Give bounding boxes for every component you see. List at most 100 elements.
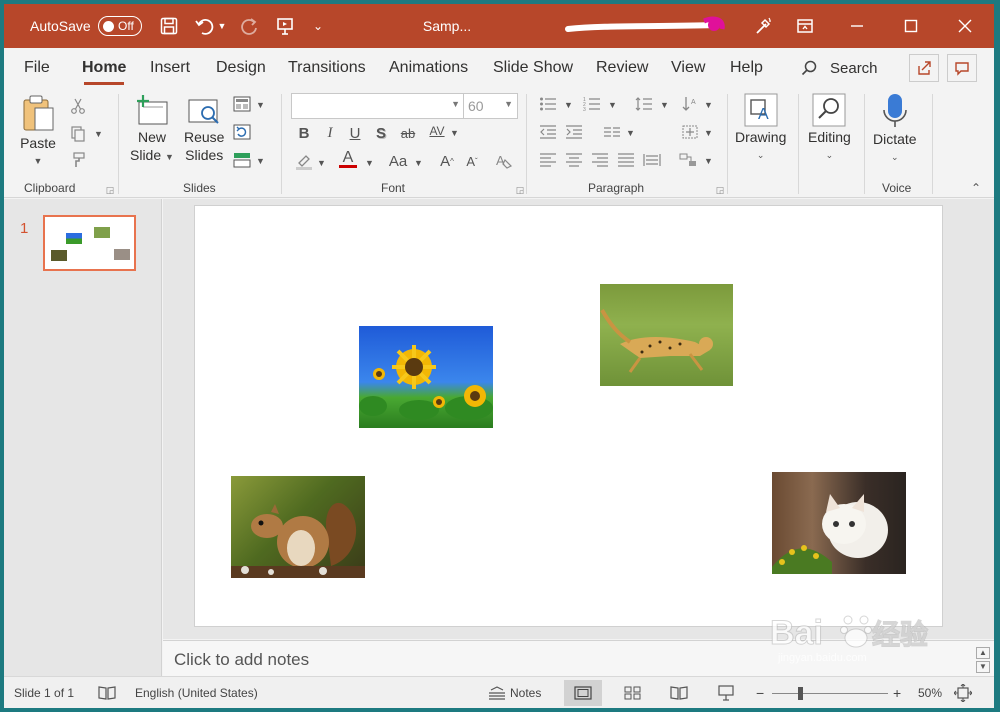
zoom-level[interactable]: 50%: [918, 677, 942, 708]
dictate-button[interactable]: Dictate ⌄: [873, 92, 917, 166]
shrink-font-button[interactable]: Aˇ: [461, 150, 483, 172]
layout-dropdown-icon[interactable]: ▼: [256, 100, 265, 110]
zoom-slider-thumb[interactable]: [798, 686, 803, 700]
comments-button[interactable]: [947, 54, 977, 82]
smartart-icon[interactable]: [678, 150, 698, 170]
copy-icon[interactable]: [68, 124, 88, 144]
bullets-dropdown-icon[interactable]: ▼: [564, 100, 573, 110]
reset-icon[interactable]: [232, 122, 252, 142]
notes-placeholder[interactable]: Click to add notes: [174, 650, 309, 670]
spacing-dropdown-icon[interactable]: ▼: [450, 128, 459, 138]
collapse-ribbon-icon[interactable]: ⌃: [966, 178, 986, 198]
numbering-icon[interactable]: 123: [582, 94, 602, 114]
change-case-button[interactable]: Aa: [384, 150, 412, 172]
slide-thumbnail-1[interactable]: [43, 215, 136, 271]
tab-insert[interactable]: Insert: [150, 48, 190, 88]
format-painter-icon[interactable]: [68, 150, 88, 170]
notes-toggle-button[interactable]: Notes: [488, 677, 541, 708]
reuse-slides-button[interactable]: Reuse Slides: [184, 94, 224, 164]
autosave-toggle[interactable]: Off: [98, 4, 142, 48]
squirrel-image[interactable]: [231, 476, 365, 578]
designer-wand-icon[interactable]: [750, 4, 776, 48]
slide-canvas[interactable]: [194, 205, 943, 627]
customize-toolbar-icon[interactable]: ⌄: [308, 4, 328, 48]
italic-button[interactable]: I: [319, 122, 341, 144]
language-indicator[interactable]: English (United States): [135, 677, 258, 708]
text-direction-dropdown-icon[interactable]: ▼: [704, 100, 713, 110]
cheetah-image[interactable]: [600, 284, 733, 386]
tab-file[interactable]: File: [24, 48, 50, 88]
columns-icon[interactable]: [602, 122, 622, 142]
tab-slide-show[interactable]: Slide Show: [493, 48, 573, 88]
save-icon[interactable]: [156, 4, 182, 48]
close-button[interactable]: [938, 4, 992, 48]
tab-help[interactable]: Help: [730, 48, 763, 88]
font-size-combobox[interactable]: 60 ▼: [463, 93, 518, 119]
line-spacing-dropdown-icon[interactable]: ▼: [660, 100, 669, 110]
cut-icon[interactable]: [68, 96, 88, 116]
new-slide-button[interactable]: New Slide ▼: [130, 94, 174, 166]
undo-dropdown-icon[interactable]: ▼: [216, 4, 228, 48]
zoom-slider[interactable]: [772, 677, 888, 708]
zoom-out-button[interactable]: −: [756, 677, 764, 708]
underline-button[interactable]: U: [344, 122, 366, 144]
highlight-icon[interactable]: [293, 150, 315, 172]
smartart-dropdown-icon[interactable]: ▼: [704, 156, 713, 166]
slide-sorter-button[interactable]: [614, 680, 652, 706]
redo-icon[interactable]: [236, 4, 262, 48]
sunflower-image[interactable]: [359, 326, 493, 428]
align-right-icon[interactable]: [590, 150, 610, 170]
layout-icon[interactable]: [232, 94, 252, 114]
paste-button[interactable]: Paste ▼: [20, 94, 56, 170]
distributed-icon[interactable]: [642, 150, 662, 170]
grow-font-button[interactable]: A ^: [436, 150, 458, 172]
highlight-dropdown-icon[interactable]: ▼: [317, 158, 326, 168]
align-left-icon[interactable]: [538, 150, 558, 170]
numbering-dropdown-icon[interactable]: ▼: [608, 100, 617, 110]
columns-dropdown-icon[interactable]: ▼: [626, 128, 635, 138]
tab-home[interactable]: Home: [82, 48, 126, 88]
font-launcher-icon[interactable]: ◲: [510, 180, 530, 200]
slideshow-view-button[interactable]: [707, 680, 745, 706]
maximize-button[interactable]: [884, 4, 938, 48]
section-dropdown-icon[interactable]: ▼: [256, 156, 265, 166]
align-center-icon[interactable]: [564, 150, 584, 170]
search-box[interactable]: Search: [800, 48, 878, 88]
clipboard-launcher-icon[interactable]: ◲: [100, 180, 120, 200]
notes-scroll-down-icon[interactable]: ▼: [976, 661, 990, 673]
tab-animations[interactable]: Animations: [389, 48, 468, 88]
tab-transitions[interactable]: Transitions: [288, 48, 366, 88]
align-text-icon[interactable]: [680, 122, 700, 142]
ribbon-display-icon[interactable]: [790, 4, 820, 48]
text-direction-icon[interactable]: A: [680, 94, 700, 114]
reading-view-button[interactable]: [660, 680, 698, 706]
bold-button[interactable]: B: [293, 122, 315, 144]
align-text-dropdown-icon[interactable]: ▼: [704, 128, 713, 138]
font-name-combobox[interactable]: ▼: [291, 93, 465, 119]
tab-review[interactable]: Review: [596, 48, 648, 88]
copy-dropdown-icon[interactable]: ▼: [94, 129, 103, 139]
fit-to-window-icon[interactable]: [954, 677, 972, 708]
justify-icon[interactable]: [616, 150, 636, 170]
change-case-dropdown-icon[interactable]: ▼: [414, 158, 423, 168]
zoom-in-button[interactable]: +: [893, 677, 901, 708]
normal-view-button[interactable]: [564, 680, 602, 706]
drawing-button[interactable]: A Drawing ⌄: [735, 92, 786, 164]
accessibility-icon[interactable]: [98, 677, 116, 708]
tab-view[interactable]: View: [671, 48, 705, 88]
font-color-button[interactable]: A: [337, 148, 359, 170]
font-color-dropdown-icon[interactable]: ▼: [365, 158, 374, 168]
line-spacing-icon[interactable]: [634, 94, 654, 114]
share-button[interactable]: [909, 54, 939, 82]
notes-scroll-up-icon[interactable]: ▲: [976, 647, 990, 659]
decrease-indent-icon[interactable]: [538, 122, 558, 142]
present-icon[interactable]: [272, 4, 298, 48]
section-icon[interactable]: [232, 150, 252, 170]
shadow-button[interactable]: S: [370, 122, 392, 144]
editing-button[interactable]: Editing ⌄: [808, 92, 851, 164]
clear-formatting-icon[interactable]: A: [493, 150, 515, 172]
kitten-image[interactable]: [772, 472, 906, 574]
increase-indent-icon[interactable]: [564, 122, 584, 142]
strikethrough-button[interactable]: ab: [397, 122, 419, 144]
character-spacing-button[interactable]: AV: [426, 120, 448, 142]
